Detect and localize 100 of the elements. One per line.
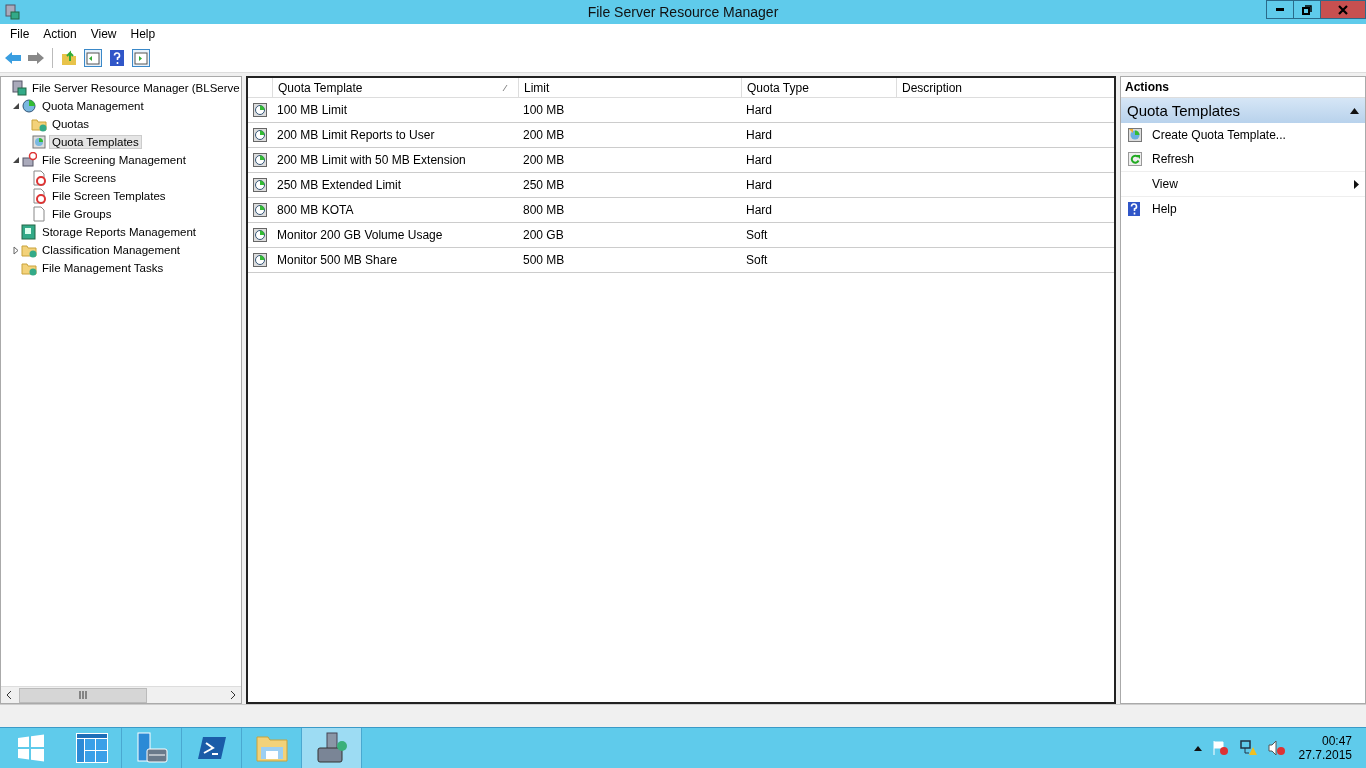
pie-chart-icon	[252, 152, 268, 168]
menu-item[interactable]: Help	[123, 27, 163, 41]
flag-icon[interactable]	[1211, 740, 1230, 756]
tree-item[interactable]: File Screens	[49, 171, 119, 185]
folder-icon	[254, 733, 289, 763]
help-icon[interactable]	[108, 49, 126, 67]
column-header[interactable]: Description	[896, 78, 1114, 97]
table-cell-text: 200 MB	[522, 152, 566, 169]
pie-chart-icon	[21, 98, 37, 114]
table-cell-text: 200 MB Limit with 50 MB Extension	[276, 152, 467, 169]
menu-item[interactable]: Action	[36, 27, 84, 41]
tree-item[interactable]: File Management Tasks	[39, 261, 167, 275]
expander-icon[interactable]	[11, 155, 21, 165]
action-link[interactable]: View	[1152, 177, 1178, 191]
column-header[interactable]: Quota Template	[272, 78, 518, 97]
pie-chart-icon	[31, 134, 47, 150]
scroll-thumb[interactable]	[19, 687, 147, 703]
tree-item[interactable]: File Screen Templates	[49, 189, 169, 203]
table-cell-text: Hard	[745, 202, 773, 219]
table-cell-text: 800 MB KOTA	[276, 202, 355, 219]
table-cell-text: 200 MB Limit Reports to User	[276, 127, 436, 144]
menu-item[interactable]: View	[83, 27, 124, 41]
action-link[interactable]: Create Quota Template...	[1152, 128, 1286, 142]
folder-icon	[31, 116, 47, 132]
horizontal-scrollbar[interactable]	[1, 686, 241, 703]
scroll-left-icon[interactable]	[5, 690, 13, 700]
minimize-button[interactable]	[1266, 0, 1294, 19]
tree-item[interactable]: File Groups	[49, 207, 115, 221]
table-cell-text: 200 GB	[522, 227, 565, 244]
action-link[interactable]: Refresh	[1152, 152, 1195, 166]
server-icon	[11, 80, 27, 96]
tree-item[interactable]: Classification Management	[39, 243, 184, 257]
speaker-icon[interactable]	[1267, 740, 1286, 756]
sort-icon	[502, 83, 508, 92]
tree-item[interactable]: File Server Resource Manager (BLServe	[29, 81, 241, 95]
close-icon	[1338, 4, 1348, 15]
table-cell-text: 100 MB	[522, 102, 566, 119]
table-cell-text: 200 MB	[522, 127, 566, 144]
pie-chart-icon	[252, 227, 268, 243]
folder-up-icon[interactable]	[60, 49, 78, 67]
pie-chart-icon	[252, 202, 268, 218]
tree-item[interactable]: Quotas	[49, 117, 93, 131]
restore-icon	[1302, 4, 1312, 15]
clock[interactable]: 00:47 27.7.2015	[1290, 734, 1366, 762]
server-toolbox-icon	[314, 732, 349, 764]
blocked-file-icon	[31, 170, 47, 186]
table-cell-text: Hard	[745, 177, 773, 194]
page-icon	[31, 206, 47, 222]
pie-chart-icon	[1127, 127, 1143, 143]
collapse-icon[interactable]	[1350, 107, 1359, 114]
network-icon[interactable]	[1239, 740, 1258, 756]
tree-item[interactable]: File Screening Management	[39, 153, 189, 167]
submenu-arrow-icon	[1354, 179, 1359, 189]
pane-icon[interactable]	[83, 48, 103, 68]
section-header[interactable]: Quota Templates	[1121, 98, 1365, 123]
table-cell-text: 250 MB Extended Limit	[276, 177, 403, 194]
action-link[interactable]: Help	[1152, 202, 1177, 216]
grip-icon	[79, 691, 87, 699]
table-cell-text: 100 MB Limit	[276, 102, 349, 119]
taskbar-app[interactable]	[302, 728, 362, 768]
refresh-icon	[1127, 151, 1143, 167]
expander-icon[interactable]	[11, 101, 21, 111]
table-cell-text: Soft	[745, 227, 769, 244]
server-toolbox-icon	[135, 732, 168, 764]
report-icon	[21, 224, 37, 240]
scroll-right-icon[interactable]	[229, 690, 237, 700]
back-icon[interactable]	[4, 50, 22, 66]
column-header[interactable]: Limit	[518, 78, 741, 97]
forward-icon[interactable]	[27, 50, 45, 66]
tiles-icon	[74, 732, 109, 764]
pie-chart-icon	[252, 102, 268, 118]
pie-chart-icon	[252, 177, 268, 193]
close-button[interactable]	[1320, 0, 1366, 19]
blocked-file-icon	[31, 188, 47, 204]
windows-logo-icon	[16, 733, 46, 763]
column-header[interactable]: Quota Type	[741, 78, 896, 97]
table-cell-text: Hard	[745, 102, 773, 119]
table-cell-text: Hard	[745, 127, 773, 144]
table-cell-text: Soft	[745, 252, 769, 269]
folder-icon	[21, 260, 37, 276]
terminal-icon	[196, 735, 227, 761]
pie-chart-icon	[252, 252, 268, 268]
help-icon	[1127, 201, 1141, 217]
pane-icon[interactable]	[131, 48, 151, 68]
tree-item[interactable]: Quota Management	[39, 99, 147, 113]
window-title: File Server Resource Manager	[586, 4, 780, 20]
menu-item[interactable]: File	[3, 27, 37, 41]
tree-item[interactable]: Quota Templates	[49, 135, 142, 149]
section-title: Quota Templates	[1127, 102, 1241, 119]
table-cell-text: Hard	[745, 152, 773, 169]
restore-button[interactable]	[1293, 0, 1321, 19]
table-cell-text: Monitor 200 GB Volume Usage	[276, 227, 444, 244]
show-hidden-icon[interactable]	[1193, 745, 1202, 751]
clock-date: 27.7.2015	[1298, 748, 1352, 762]
tree-item[interactable]: Storage Reports Management	[39, 225, 200, 239]
table-cell-text: 500 MB	[522, 252, 566, 269]
clock-time: 00:47	[1321, 734, 1352, 748]
table-cell-text: 250 MB	[522, 177, 566, 194]
table-cell-text: 800 MB	[522, 202, 566, 219]
minimize-icon	[1276, 8, 1284, 11]
